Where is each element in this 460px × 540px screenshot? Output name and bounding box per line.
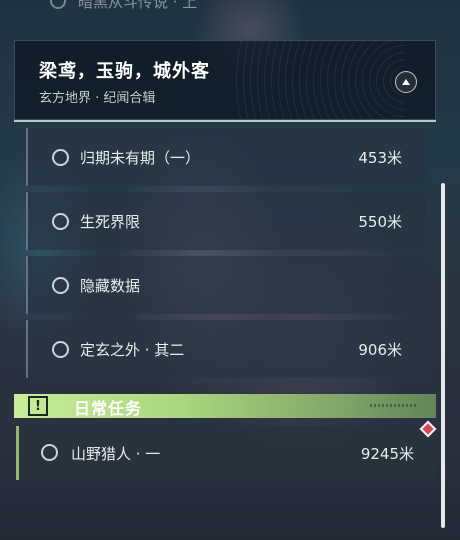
radio-icon: [52, 212, 69, 230]
quest-distance: 9245米: [360, 445, 414, 463]
quest-name: 生死界限: [80, 212, 141, 231]
daily-quest-title: 日常任务: [74, 399, 143, 418]
quest-name: 暗黑从斗传说 · 上: [78, 0, 198, 11]
collapse-button[interactable]: [395, 71, 417, 93]
quest-distance: 453米: [358, 148, 402, 167]
radio-icon: [50, 0, 66, 9]
daily-quest-header[interactable]: ! 日常任务: [14, 394, 436, 418]
list-item-partial[interactable]: 暗黑从斗传说 · 上: [22, 0, 432, 14]
quest-item[interactable]: 归期未有期（一） 453米: [26, 128, 426, 186]
divider: [14, 120, 436, 122]
quest-item[interactable]: 生死界限 550米: [26, 192, 426, 250]
chapter-header[interactable]: 梁鸢，玉驹，城外客 玄方地界 · 纪闻合辑: [14, 40, 436, 120]
chapter-title: 梁鸢，玉驹，城外客: [39, 61, 210, 82]
quest-distance: 906米: [358, 340, 402, 359]
quest-item[interactable]: 隐藏数据: [26, 256, 426, 314]
scrollbar[interactable]: [441, 183, 445, 528]
chevron-up-icon: [402, 79, 410, 85]
alert-icon: !: [28, 396, 48, 416]
quest-name: 隐藏数据: [80, 276, 141, 295]
radio-icon: [52, 340, 69, 358]
radio-icon: [52, 276, 69, 294]
quest-name: 山野猎人 · 一: [71, 445, 161, 463]
quest-name: 归期未有期（一）: [80, 148, 201, 167]
quest-item[interactable]: 定玄之外 · 其二 906米: [26, 320, 426, 378]
quest-distance: 550米: [358, 212, 402, 231]
daily-quest-item[interactable]: 山野猎人 · 一 9245米: [16, 426, 436, 480]
decoration: [370, 404, 418, 407]
radio-icon: [52, 148, 69, 166]
chapter-subtitle: 玄方地界 · 纪闻合辑: [39, 91, 156, 106]
quest-name: 定玄之外 · 其二: [80, 340, 185, 359]
radio-icon: [41, 444, 58, 461]
